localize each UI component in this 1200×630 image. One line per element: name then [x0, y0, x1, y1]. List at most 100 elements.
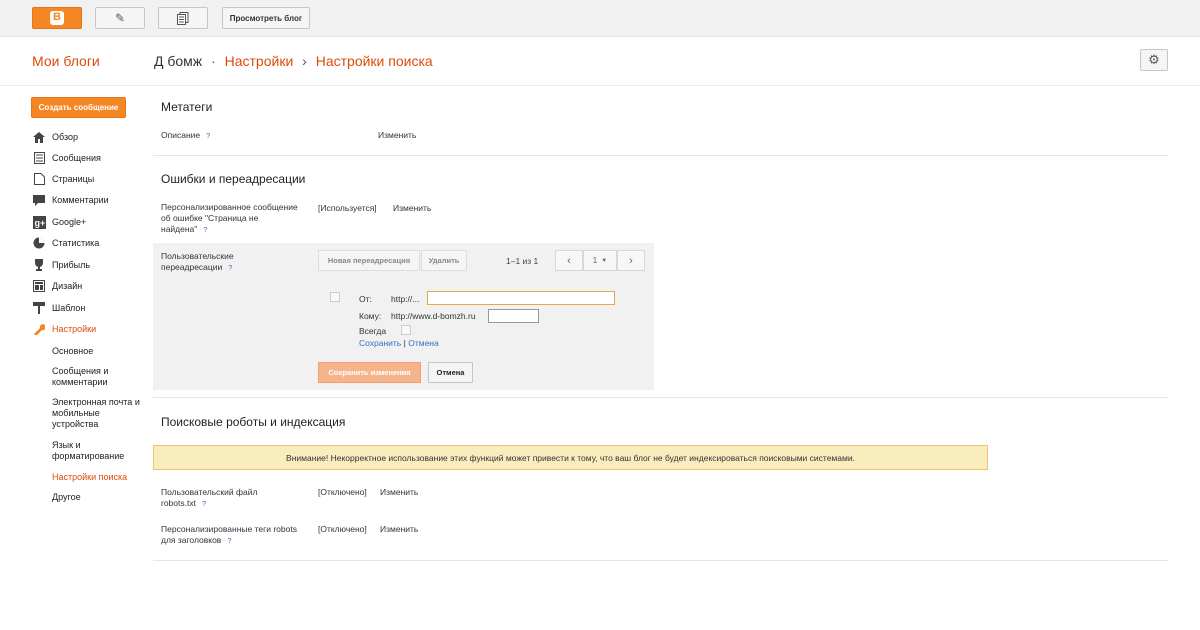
sidebar-item-label: Google+ [52, 217, 87, 227]
google-plus-icon: g+ [32, 215, 46, 229]
top-toolbar: ✎ Просмотреть блог [0, 0, 1200, 37]
description-label: Описание? [161, 130, 210, 141]
create-post-button[interactable]: Создать сообщение [31, 97, 126, 118]
breadcrumb-dot: · [211, 53, 216, 69]
custom-404-label: Персонализированное сообщение об ошибке … [161, 202, 301, 235]
pages-icon [177, 11, 189, 25]
trophy-icon [32, 259, 46, 272]
custom-404-label-text: Персонализированное сообщение об ошибке … [161, 202, 298, 234]
pager-prev-button[interactable]: ‹ [555, 250, 583, 271]
meta-tags-title: Метатеги [161, 100, 213, 114]
crawlers-indexing-title: Поисковые роботы и индексация [161, 415, 346, 429]
help-icon[interactable]: ? [202, 499, 206, 508]
sidebar-item-label: Настройки [52, 324, 97, 334]
description-edit-link[interactable]: Изменить [378, 130, 416, 140]
help-icon[interactable]: ? [203, 225, 207, 234]
from-label: От: [359, 294, 372, 304]
cancel-button[interactable]: Отмена [428, 362, 473, 383]
always-checkbox[interactable] [401, 325, 411, 335]
breadcrumb-search-settings[interactable]: Настройки поиска [316, 53, 433, 69]
sidebar-item-overview[interactable]: Обзор [32, 130, 78, 144]
pencil-icon: ✎ [114, 11, 126, 25]
blogger-logo-button[interactable] [32, 7, 82, 29]
pages-icon [32, 173, 46, 186]
wrench-icon [32, 323, 46, 336]
sidebar-item-template[interactable]: Шаблон [32, 301, 85, 315]
settings-sub-other[interactable]: Другое [52, 492, 147, 503]
redirect-row-checkbox[interactable] [330, 292, 340, 302]
sidebar-item-stats[interactable]: Статистика [32, 236, 99, 250]
to-prefix: http://www.d-bomzh.ru [391, 311, 476, 321]
to-url-input[interactable] [488, 309, 539, 323]
help-icon[interactable]: ? [206, 131, 210, 140]
settings-sub-search[interactable]: Настройки поиска [52, 472, 147, 483]
settings-sub-email-mobile[interactable]: Электронная почта и мобильные устройства [52, 397, 147, 430]
pager-next-button[interactable]: › [617, 250, 645, 271]
new-post-button[interactable]: ✎ [95, 7, 145, 29]
breadcrumb-settings-link[interactable]: Настройки [225, 53, 294, 69]
chevron-left-icon: ‹ [567, 254, 571, 267]
sidebar-item-google-plus[interactable]: g+ Google+ [32, 215, 86, 229]
custom-redirects-label: Пользовательские переадресации? [161, 251, 271, 273]
delete-redirect-button[interactable]: Удалить [421, 250, 467, 271]
cancel-redirect-link[interactable]: Отмена [408, 338, 439, 348]
chevron-right-icon: › [629, 254, 633, 267]
stats-icon [32, 237, 46, 250]
layout-icon [32, 280, 46, 293]
custom-404-edit-link[interactable]: Изменить [393, 203, 431, 213]
save-redirect-link[interactable]: Сохранить [359, 338, 401, 348]
breadcrumb-arrow: › [302, 53, 307, 69]
my-blogs-link[interactable]: Мои блоги [32, 53, 100, 69]
sidebar-item-label: Дизайн [52, 281, 83, 291]
home-icon [32, 131, 46, 144]
settings-sub-basic[interactable]: Основное [52, 346, 147, 357]
sidebar-item-earnings[interactable]: Прибыль [32, 258, 90, 272]
robots-tags-edit-link[interactable]: Изменить [380, 524, 418, 534]
section-divider [153, 560, 1168, 561]
sidebar-item-label: Обзор [52, 132, 78, 142]
sidebar-item-comments[interactable]: Комментарии [32, 193, 109, 207]
dropdown-arrow-icon: ▼ [601, 257, 608, 264]
robots-txt-edit-link[interactable]: Изменить [380, 487, 418, 497]
pipe-separator: | [403, 338, 406, 348]
blogger-logo-icon [50, 11, 64, 25]
errors-redirects-title: Ошибки и переадресации [161, 172, 306, 186]
settings-sub-posts-comments[interactable]: Сообщения и комментарии [52, 366, 147, 388]
from-prefix: http://... [391, 294, 420, 304]
sidebar-item-label: Шаблон [52, 303, 86, 313]
sidebar-item-label: Сообщения [52, 153, 101, 163]
settings-gear-button[interactable]: ⚙ [1140, 49, 1168, 71]
sidebar-item-label: Статистика [52, 238, 100, 248]
template-icon [32, 302, 46, 315]
warning-text: Внимание! Некорректное использование эти… [286, 452, 855, 463]
view-blog-button[interactable]: Просмотреть блог [222, 7, 310, 29]
sidebar-item-pages[interactable]: Страницы [32, 172, 94, 186]
help-icon[interactable]: ? [228, 263, 232, 272]
blog-name: Д бомж [154, 53, 203, 69]
section-divider [153, 155, 1168, 156]
redirect-inline-actions: Сохранить | Отмена [359, 338, 439, 348]
posts-list-button[interactable] [158, 7, 208, 29]
from-url-input[interactable] [427, 291, 615, 305]
sidebar-item-label: Комментарии [52, 195, 109, 205]
svg-text:g+: g+ [34, 218, 45, 228]
sidebar-item-settings[interactable]: Настройки [32, 322, 96, 336]
pager-info: 1–1 из 1 [506, 256, 539, 266]
section-divider [153, 397, 1168, 398]
sidebar-item-label: Прибыль [52, 260, 91, 270]
settings-sub-language[interactable]: Язык и форматирование [52, 440, 147, 462]
page-number: 1 [592, 256, 598, 265]
robots-txt-status: [Отключено] [318, 487, 367, 497]
posts-icon [32, 152, 46, 165]
pager-page-select[interactable]: 1 ▼ [583, 250, 617, 271]
sidebar-item-label: Страницы [52, 174, 95, 184]
sidebar-item-layout[interactable]: Дизайн [32, 279, 82, 293]
save-changes-button[interactable]: Сохранить изменения [318, 362, 421, 383]
sidebar-item-posts[interactable]: Сообщения [32, 151, 101, 165]
always-label: Всегда [359, 326, 387, 336]
description-label-text: Описание [161, 130, 201, 140]
new-redirect-button[interactable]: Новая переадресация [318, 250, 420, 271]
help-icon[interactable]: ? [227, 536, 231, 545]
custom-404-status: [Используется] [318, 203, 377, 213]
robots-tags-status: [Отключено] [318, 524, 367, 534]
